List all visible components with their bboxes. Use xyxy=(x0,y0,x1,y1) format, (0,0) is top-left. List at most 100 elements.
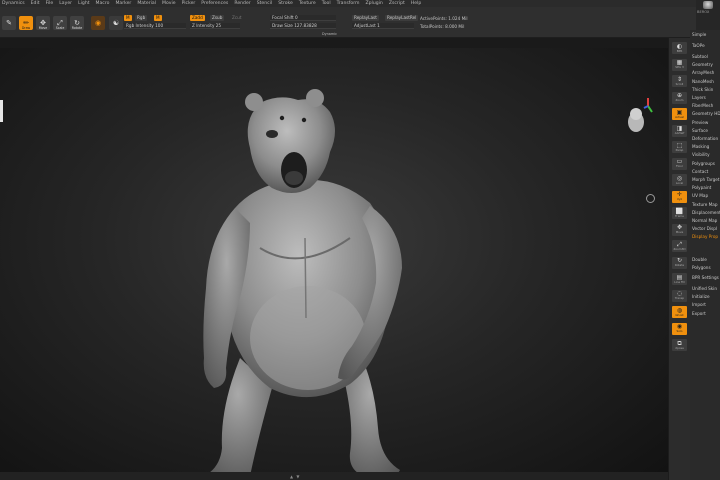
z-intensity-slider[interactable]: Z Intensity 25 xyxy=(190,23,240,29)
tray-section-subtool[interactable]: Subtool xyxy=(692,54,708,59)
draw-button[interactable]: ✏ Draw xyxy=(19,16,33,30)
dynamic-toggle[interactable]: Dynamic xyxy=(320,31,339,37)
tray-header[interactable]: Simple xyxy=(692,32,706,37)
tray-divider-polygons[interactable]: Polygons xyxy=(692,265,711,270)
tray-section-unified-skin[interactable]: Unified Skin xyxy=(692,286,717,291)
rotate-button[interactable]: ↻ Rotate xyxy=(70,16,84,30)
brush-preview-button[interactable]: ◉ xyxy=(91,16,105,30)
tray-section-preview[interactable]: Preview xyxy=(692,120,708,125)
rshelf-bpr-button[interactable]: ◐ BPR xyxy=(672,42,687,54)
tray-section-masking[interactable]: Masking xyxy=(692,144,709,149)
tray-section-visibility[interactable]: Visibility xyxy=(692,152,710,157)
tray-section-surface[interactable]: Surface xyxy=(692,128,708,133)
bear-sculpt[interactable] xyxy=(180,88,430,472)
tray-section-fibermesh[interactable]: FiberMesh xyxy=(692,103,713,108)
menu-light[interactable]: Light xyxy=(78,0,89,7)
navigation-gizmo[interactable] xyxy=(618,96,654,140)
tray-section-normal-map[interactable]: Normal Map xyxy=(692,218,717,223)
draw-size-slider[interactable]: Draw Size 127.83828 xyxy=(270,23,336,29)
mrgb-toggle[interactable]: M xyxy=(124,15,132,21)
tray-divider-bpr[interactable]: BPR Settings xyxy=(692,275,719,280)
menu-file[interactable]: File xyxy=(46,0,54,7)
tray-section-initialize[interactable]: Initialize xyxy=(692,294,710,299)
rshelf-zoom3d-button[interactable]: ⤢ Zoom3D xyxy=(672,240,687,252)
stroke-preview-button[interactable]: ☯ xyxy=(109,16,123,30)
tray-section-deformation[interactable]: Deformation xyxy=(692,136,718,141)
rshelf-xpose-button[interactable]: ⧉ Xpose xyxy=(672,339,687,351)
tray-section-import[interactable]: Import xyxy=(692,302,706,307)
menu-material[interactable]: Material xyxy=(137,0,156,7)
rgb-toggle[interactable]: Rgb xyxy=(135,15,148,21)
zcut-toggle[interactable]: Zcut xyxy=(230,15,243,21)
scale-button[interactable]: ⤢ Scale xyxy=(53,16,67,30)
tray-section-polygroups[interactable]: Polygroups xyxy=(692,161,715,166)
bottom-indicator[interactable]: ▲ ▼ xyxy=(290,474,300,479)
menu-stroke[interactable]: Stroke xyxy=(278,0,293,7)
rshelf-solo-button[interactable]: ◉ Solo xyxy=(672,322,687,335)
rshelf-frame-button[interactable]: ⬜ Frame xyxy=(672,207,687,219)
rshelf-xyz-button[interactable]: ✛ Xyz xyxy=(672,190,687,203)
tray-section-geometry[interactable]: Geometry xyxy=(692,62,713,67)
menu-movie[interactable]: Movie xyxy=(162,0,176,7)
tray-section-geometry-hd[interactable]: Geometry HD xyxy=(692,111,720,116)
tray-divider-double[interactable]: Double xyxy=(692,257,707,262)
tray-section-polypaint[interactable]: Polypaint xyxy=(692,185,711,190)
tray-section-display-prop[interactable]: Display Prop xyxy=(692,234,718,239)
tray-section-arraymesh[interactable]: ArrayMesh xyxy=(692,70,714,75)
menu-zplugin[interactable]: Zplugin xyxy=(365,0,382,7)
rshelf-move-button[interactable]: ✥ Move xyxy=(672,223,687,236)
zadd-toggle[interactable]: Zadd xyxy=(190,15,205,21)
tray-subheader[interactable]: TaOPe xyxy=(692,43,705,48)
move-button[interactable]: ✥ Move xyxy=(36,16,50,30)
tray-section-thick-skin[interactable]: Thick Skin xyxy=(692,87,713,92)
zsub-toggle[interactable]: Zsub xyxy=(210,15,225,21)
canvas-viewport[interactable] xyxy=(0,48,668,472)
adjust-last-slider[interactable]: AdjustLast 1 xyxy=(352,23,414,29)
tray-section-vector-displ[interactable]: Vector Displ xyxy=(692,226,717,231)
menu-preferences[interactable]: Preferences xyxy=(201,0,228,7)
menu-zscript[interactable]: Zscript xyxy=(389,0,405,7)
rshelf-floor-button[interactable]: ▭ Floor xyxy=(672,157,687,170)
rshelf-ghost-button[interactable]: ◍ Ghost xyxy=(672,306,687,318)
rshelf-local-button[interactable]: ◎ Local xyxy=(672,174,687,186)
left-tray-handle[interactable] xyxy=(0,100,3,122)
rshelf-actual-button[interactable]: ▣ Actual xyxy=(672,108,687,120)
rshelf-aahalf-button[interactable]: ◨ AAHalf xyxy=(672,124,687,137)
rshelf-persp-button[interactable]: ⬚ Persp xyxy=(672,141,687,153)
tray-section-contact[interactable]: Contact xyxy=(692,169,708,174)
menu-picker[interactable]: Picker xyxy=(182,0,196,7)
menu-texture[interactable]: Texture xyxy=(299,0,316,7)
tray-section-nanomesh[interactable]: NanoMesh xyxy=(692,79,714,84)
tray-section-morph-target[interactable]: Morph Target xyxy=(692,177,720,182)
menu-tool[interactable]: Tool xyxy=(322,0,331,7)
edit-button[interactable]: ✎ xyxy=(2,16,16,30)
tray-section-displacement[interactable]: Displacement xyxy=(692,210,720,215)
rshelf-line-fill-button[interactable]: ▤ Line Fill xyxy=(672,273,687,285)
menu-stencil[interactable]: Stencil xyxy=(257,0,273,7)
tray-section-texture-map[interactable]: Texture Map xyxy=(692,202,718,207)
menu-render[interactable]: Render xyxy=(234,0,250,7)
rshelf-transp-button[interactable]: ◌ Transp xyxy=(672,289,687,302)
replay-last-rel-button[interactable]: ReplayLastRel xyxy=(385,15,419,21)
menu-layer[interactable]: Layer xyxy=(59,0,72,7)
rgb-intensity-slider[interactable]: Rgb Intensity 100 xyxy=(124,23,186,29)
focal-shift-slider[interactable]: Focal Shift 0 xyxy=(270,15,336,21)
rshelf-rotate-button[interactable]: ↻ Rotate xyxy=(672,256,687,269)
total-points-readout: TotalPoints: 8.000 Mil xyxy=(420,24,465,29)
m-toggle[interactable]: M xyxy=(154,15,162,21)
menu-transform[interactable]: Transform xyxy=(337,0,360,7)
tray-section-export[interactable]: Export xyxy=(692,311,706,316)
tray-section-uv-map[interactable]: UV Map xyxy=(692,193,708,198)
menu-dynamics[interactable]: Dynamics xyxy=(2,0,25,7)
menu-help[interactable]: Help xyxy=(411,0,421,7)
z-intensity-fill xyxy=(190,28,240,29)
tray-section-layers[interactable]: Layers xyxy=(692,95,706,100)
menu-marker[interactable]: Marker xyxy=(115,0,131,7)
replay-last-button[interactable]: ReplayLast xyxy=(352,15,379,21)
menu-macro[interactable]: Macro xyxy=(96,0,110,7)
rshelf-zoom-button[interactable]: ⊕ Zoom xyxy=(672,91,687,104)
menu-edit[interactable]: Edit xyxy=(31,0,40,7)
rshelf-spix-3-button[interactable]: ▦ SPix 3 xyxy=(672,58,687,71)
rgb-intensity-fill xyxy=(124,28,186,29)
rshelf-scroll-button[interactable]: ⇕ Scroll xyxy=(672,75,687,87)
